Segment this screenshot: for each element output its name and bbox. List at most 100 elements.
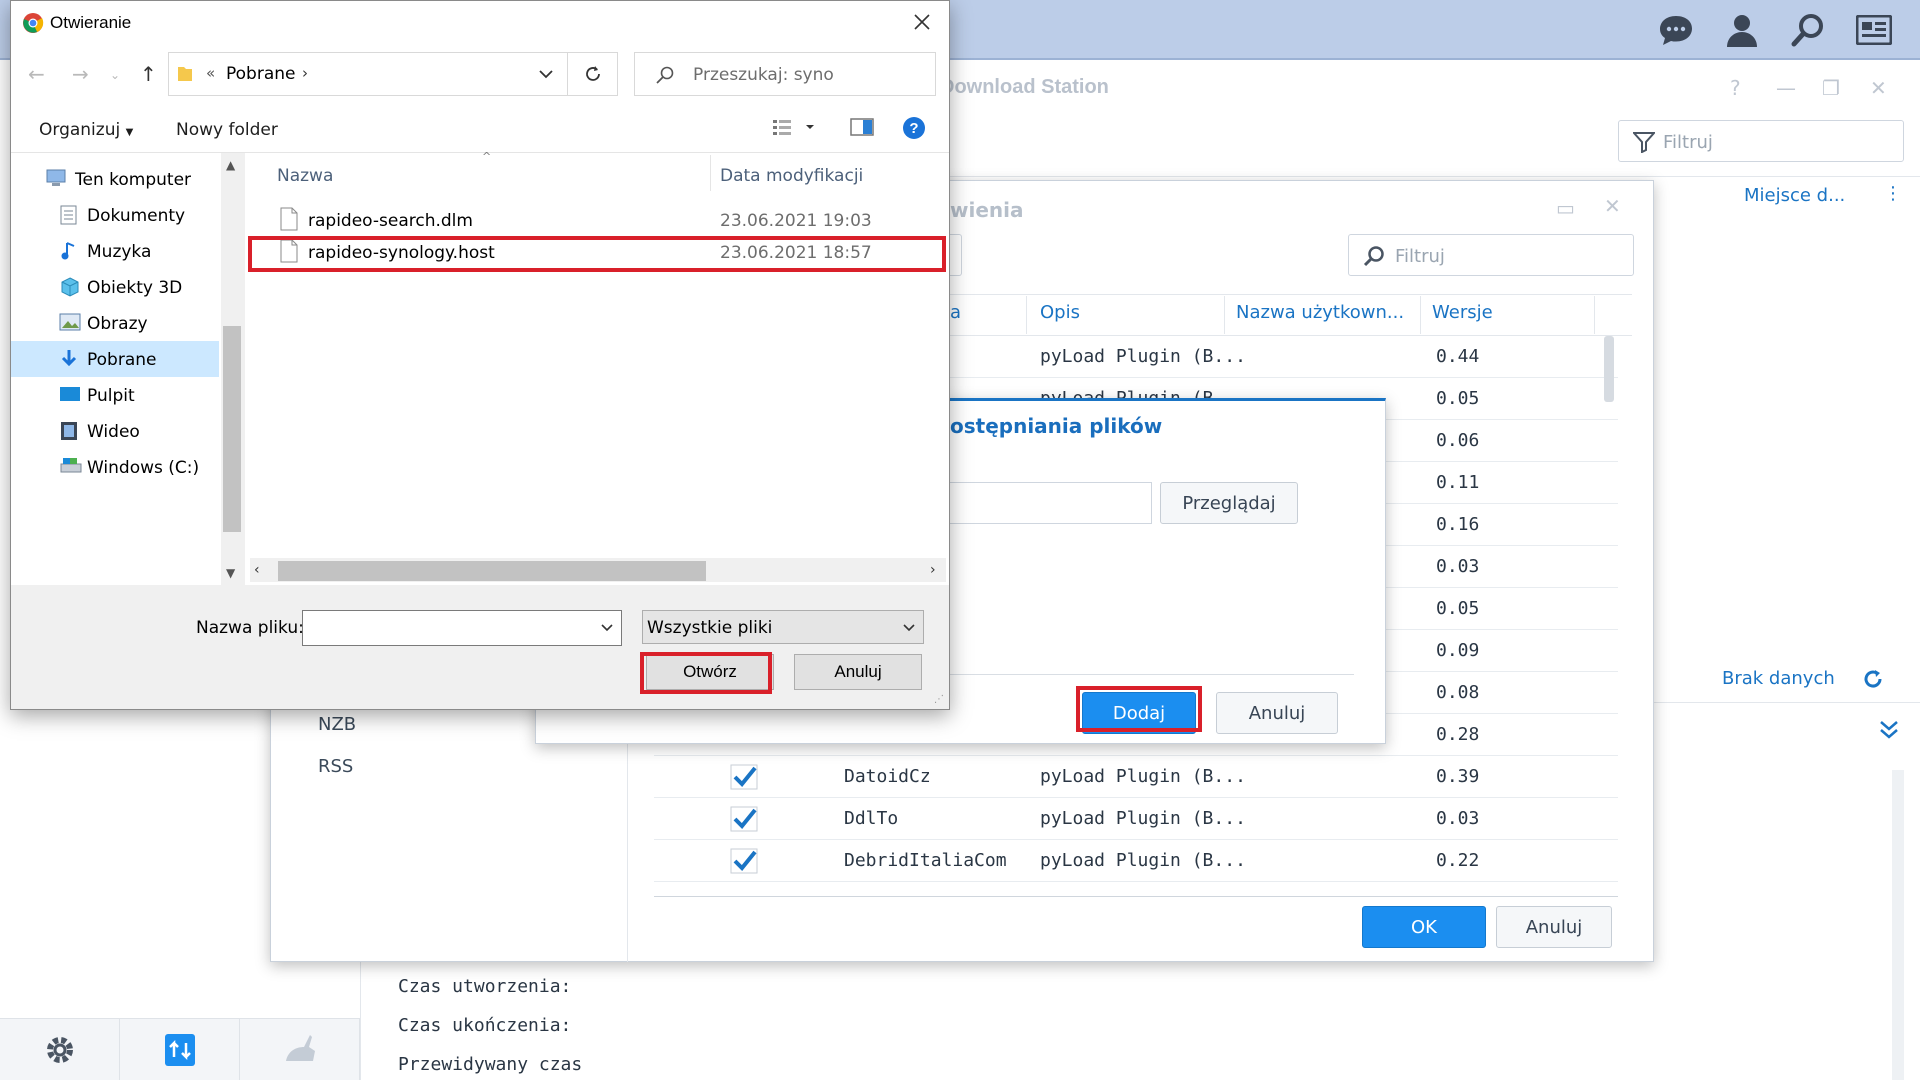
column-menu[interactable]: ⋮ xyxy=(1884,183,1902,204)
address-path[interactable]: Pobrane xyxy=(226,64,295,84)
nav-item-wideo[interactable]: Wideo xyxy=(11,413,219,449)
plugin-version: 0.09 xyxy=(1436,640,1480,661)
refresh-icon[interactable] xyxy=(1862,668,1884,690)
widgets-icon[interactable] xyxy=(1854,12,1894,48)
close-icon[interactable]: ✕ xyxy=(1870,76,1887,100)
scroll-right-icon[interactable]: › xyxy=(930,562,936,578)
filter-placeholder: Filtruj xyxy=(1663,132,1713,153)
divider xyxy=(654,896,1618,897)
chevron-down-icon[interactable] xyxy=(537,67,555,81)
sidebar-item-nzb[interactable]: NZB xyxy=(318,714,356,735)
plugin-version: 0.28 xyxy=(1436,724,1480,745)
plugin-row[interactable]: DebridItaliaCom pyLoad Plugin (B... 0.22 xyxy=(654,840,1618,882)
column-description[interactable]: Opis xyxy=(1040,302,1080,323)
help-icon[interactable]: ? xyxy=(902,116,926,140)
cancel-button[interactable]: Anuluj xyxy=(1216,692,1338,734)
refresh-button[interactable] xyxy=(568,52,618,96)
search-input[interactable]: Przeszukaj: syno xyxy=(634,52,936,96)
plugin-name: DatoidCz xyxy=(844,766,931,787)
close-icon[interactable] xyxy=(910,10,934,34)
forward-icon[interactable]: → xyxy=(72,62,89,86)
nav-item-label: Ten komputer xyxy=(75,170,192,190)
scrollbar-thumb[interactable] xyxy=(1604,336,1614,402)
checkbox[interactable] xyxy=(730,806,758,832)
nav-item-obrazy[interactable]: Obrazy xyxy=(11,305,219,341)
up-icon[interactable]: ↑ xyxy=(140,62,157,86)
resize-grip-icon[interactable]: ⋰ xyxy=(934,694,944,705)
scrollbar-thumb[interactable] xyxy=(223,326,241,532)
plugin-description: pyLoad Plugin (B... xyxy=(1040,346,1246,367)
filetype-select[interactable]: Wszystkie pliki xyxy=(642,610,924,644)
help-icon[interactable]: ? xyxy=(1730,76,1741,100)
filter-input[interactable]: Filtruj xyxy=(1618,120,1904,162)
settings-button[interactable] xyxy=(0,1019,120,1080)
nav-item-dokumenty[interactable]: Dokumenty xyxy=(11,197,219,233)
scrollbar-thumb[interactable] xyxy=(278,561,706,581)
divider xyxy=(940,674,1354,675)
maximize-icon[interactable]: ▭ xyxy=(1556,196,1575,220)
ok-button[interactable]: OK xyxy=(1362,906,1486,948)
back-icon[interactable]: ← xyxy=(28,62,45,86)
cancel-button[interactable]: Anuluj xyxy=(1496,906,1612,948)
file-row[interactable]: rapideo-search.dlm 23.06.2021 19:03 xyxy=(250,204,946,236)
sort-ascending-icon: ^ xyxy=(482,150,492,163)
scroll-up-icon[interactable]: ▲ xyxy=(226,158,235,172)
scroll-down-icon[interactable]: ▼ xyxy=(226,566,235,580)
search-icon[interactable] xyxy=(1788,12,1828,48)
cancel-button[interactable]: Anuluj xyxy=(794,654,922,690)
emule-button[interactable] xyxy=(240,1019,360,1080)
breadcrumb-chevron-icon[interactable]: › xyxy=(302,64,308,82)
file-path-input[interactable] xyxy=(940,482,1152,524)
divider xyxy=(1420,296,1421,334)
close-icon[interactable]: ✕ xyxy=(1604,194,1621,218)
view-options-icon[interactable] xyxy=(772,118,816,136)
browse-button[interactable]: Przeglądaj xyxy=(1160,482,1298,524)
plugin-row[interactable]: DdlTo pyLoad Plugin (B... 0.03 xyxy=(654,798,1618,840)
organize-button[interactable]: Organizuj ▼ xyxy=(39,120,133,140)
filename-input[interactable] xyxy=(302,610,622,646)
nav-item-pulpit[interactable]: Pulpit xyxy=(11,377,219,413)
address-prefix: « xyxy=(206,64,216,82)
plugin-version: 0.03 xyxy=(1436,556,1480,577)
new-folder-button[interactable]: Nowy folder xyxy=(176,120,278,140)
chevron-down-icon[interactable] xyxy=(1878,718,1900,740)
checkbox[interactable] xyxy=(730,848,758,874)
nav-item-pobrane[interactable]: Pobrane xyxy=(11,341,219,377)
sidebar-item-rss[interactable]: RSS xyxy=(318,756,353,777)
dialog-title: wienia xyxy=(950,198,1024,222)
transfers-button[interactable] xyxy=(120,1019,240,1080)
nav-item-ten-komputer[interactable]: Ten komputer xyxy=(11,161,219,197)
column-name[interactable]: Nazwa xyxy=(277,166,333,186)
estimated-time-label: Przewidywany czas xyxy=(398,1054,583,1075)
plugin-row[interactable]: DatoidCz pyLoad Plugin (B... 0.39 xyxy=(654,756,1618,798)
plugin-filter-input[interactable]: Filtruj xyxy=(1348,234,1634,276)
nav-item-label: Wideo xyxy=(87,422,140,442)
organize-label: Organizuj xyxy=(39,120,121,140)
checkbox[interactable] xyxy=(730,764,758,790)
dialog-title: Otwieranie xyxy=(50,13,132,32)
maximize-icon[interactable]: ❐ xyxy=(1822,76,1840,100)
search-icon xyxy=(1363,246,1384,267)
column-username[interactable]: Nazwa użytkown... xyxy=(1236,302,1404,323)
nav-item-muzyka[interactable]: Muzyka xyxy=(11,233,219,269)
search-icon xyxy=(656,66,674,84)
scrollbar[interactable] xyxy=(1892,770,1904,1080)
minimize-icon[interactable]: — xyxy=(1776,76,1796,100)
nav-item-windows-c[interactable]: Windows (C:) xyxy=(11,449,219,485)
column-date-modified[interactable]: Data modyfikacji xyxy=(720,166,863,186)
column-name[interactable]: a xyxy=(950,302,961,323)
preview-pane-icon[interactable] xyxy=(850,118,874,136)
created-time-label: Czas utworzenia: xyxy=(398,976,572,997)
scroll-left-icon[interactable]: ‹ xyxy=(254,562,260,578)
nav-item-obiekty-3d[interactable]: Obiekty 3D xyxy=(11,269,219,305)
column-version[interactable]: Wersje xyxy=(1432,302,1493,323)
highlight-box xyxy=(248,236,946,272)
recent-dropdown-icon[interactable]: ⌄ xyxy=(110,68,120,82)
chevron-down-icon[interactable] xyxy=(599,621,615,635)
chat-icon[interactable] xyxy=(1656,12,1696,48)
user-icon[interactable] xyxy=(1722,12,1762,48)
desktop-icon xyxy=(59,384,81,404)
divider xyxy=(360,960,361,1080)
column-destination[interactable]: Miejsce d... xyxy=(1744,185,1845,206)
filter-icon xyxy=(1633,132,1655,153)
